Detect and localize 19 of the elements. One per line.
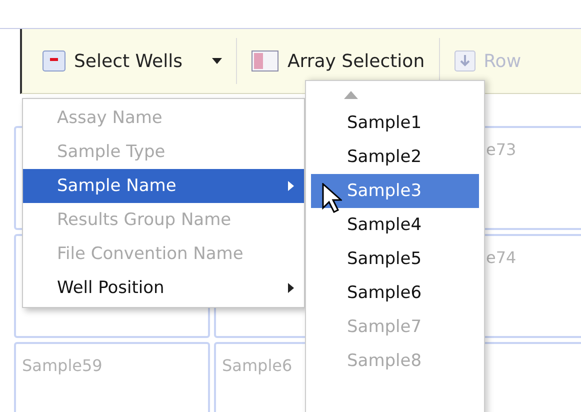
menu-item[interactable]: Sample Name bbox=[23, 169, 304, 203]
menu-item[interactable]: Sample6 bbox=[311, 276, 479, 310]
grid-icon bbox=[251, 50, 280, 72]
cell-text: e74 bbox=[485, 247, 516, 267]
mouse-pointer-icon bbox=[322, 183, 342, 213]
well-icon bbox=[42, 50, 66, 72]
menu-item[interactable]: Sample2 bbox=[311, 140, 479, 174]
scroll-up-icon[interactable] bbox=[344, 91, 358, 99]
toolbar-button[interactable]: Array Selection bbox=[245, 50, 431, 72]
caret-icon bbox=[212, 58, 222, 64]
cell-text: e73 bbox=[485, 139, 516, 159]
menu-item[interactable]: Sample1 bbox=[311, 106, 479, 140]
toolbar-button[interactable]: Select Wells bbox=[36, 50, 228, 72]
cell-text: Sample59 bbox=[21, 355, 102, 375]
menu-item[interactable]: Sample4 bbox=[311, 208, 479, 242]
menu-item[interactable]: Well Position bbox=[23, 271, 304, 305]
cell-text: Sample6 bbox=[221, 355, 292, 375]
menu-item[interactable]: Sample3 bbox=[311, 174, 479, 208]
menu-item[interactable]: Sample5 bbox=[311, 242, 479, 276]
